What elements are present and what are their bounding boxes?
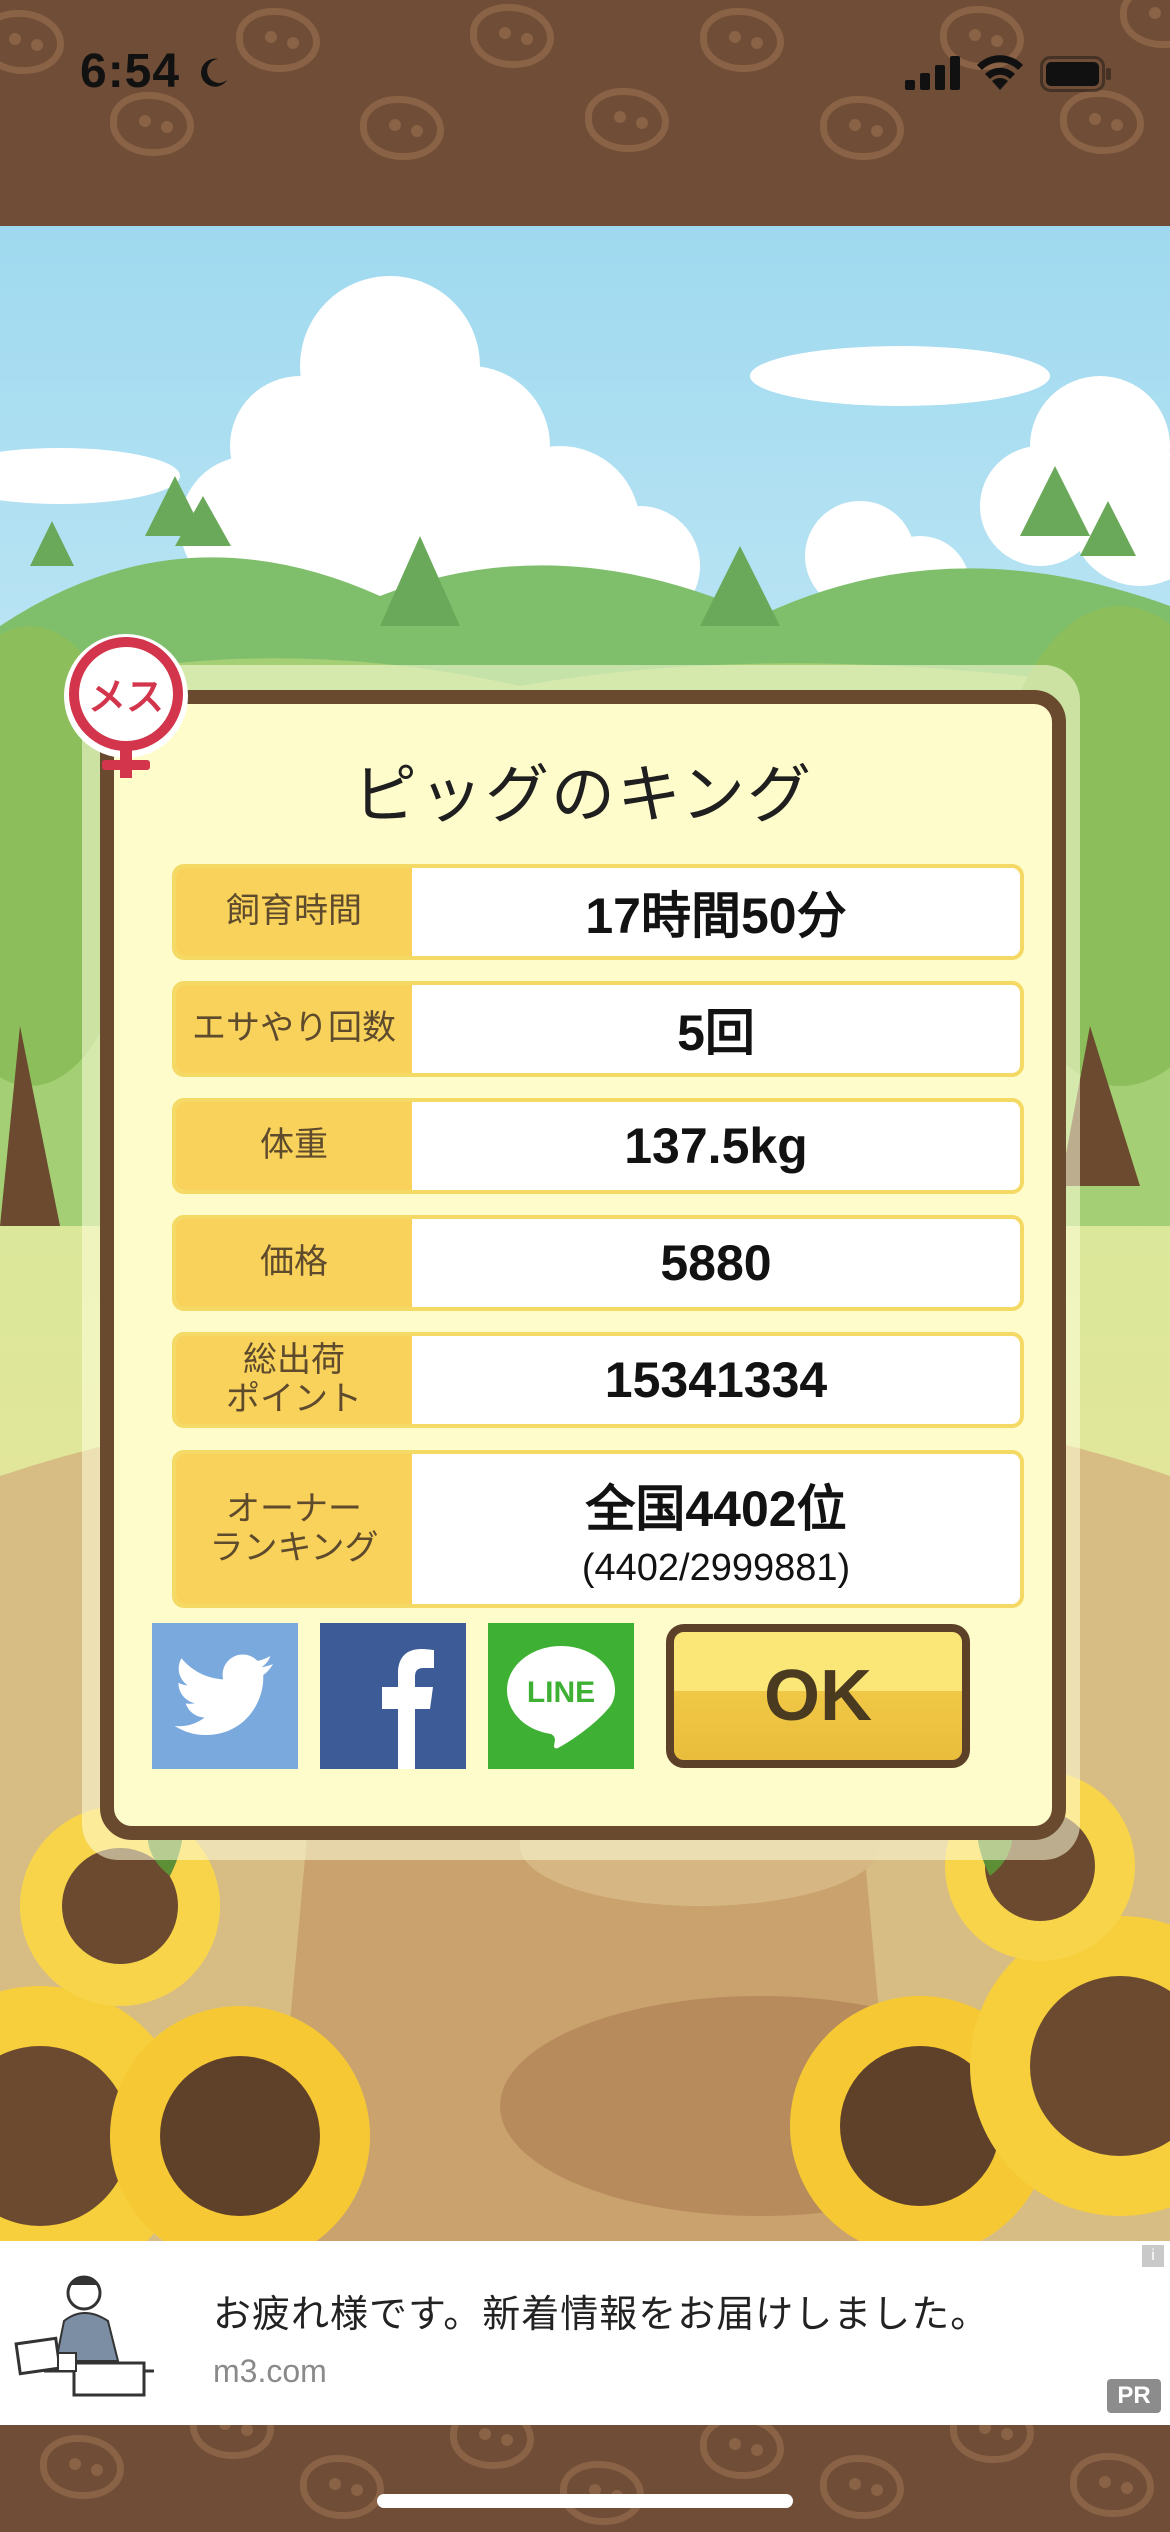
stat-row-feeding-count: エサやり回数 5回: [172, 981, 1024, 1077]
stat-value: 17時間50分: [585, 888, 847, 944]
twitter-bird-icon: [175, 1654, 273, 1735]
pig-result-dialog: ピッグのキング 飼育時間 17時間50分 エサやり回数 5回 体重 137.5k…: [100, 690, 1066, 1840]
stat-label: 総出荷 ポイント: [176, 1336, 412, 1424]
stat-row-raising-time: 飼育時間 17時間50分: [172, 864, 1024, 960]
facebook-f-icon: [382, 1649, 434, 1769]
stat-label: オーナー ランキング: [176, 1454, 412, 1604]
stat-value: 137.5kg: [624, 1118, 808, 1174]
stat-label: 価格: [176, 1219, 412, 1307]
line-logo-icon: LINE: [507, 1646, 615, 1749]
stat-value: 15341334: [604, 1352, 828, 1408]
home-indicator[interactable]: [377, 2494, 793, 2508]
line-logo-text: LINE: [527, 1676, 595, 1709]
ad-pr-badge: PR: [1107, 2379, 1161, 2413]
battery-icon: [1040, 56, 1111, 92]
stat-value: 5880: [660, 1235, 772, 1291]
cellular-signal-icon: [905, 56, 960, 90]
dialog-title: ピッグのキング: [352, 759, 814, 833]
ranking-detail: (4402/2999881): [581, 1546, 851, 1589]
wifi-icon: [977, 55, 1023, 90]
bottom-pattern-background: [0, 2425, 1170, 2532]
share-facebook-button[interactable]: [320, 1623, 466, 1769]
status-bar: 6:54: [0, 0, 1170, 140]
stat-row-total-shipping-points: 総出荷 ポイント 15341334: [172, 1332, 1024, 1428]
female-gender-badge: メス: [64, 634, 188, 778]
share-twitter-button[interactable]: [152, 1623, 298, 1769]
stat-row-owner-ranking: オーナー ランキング 全国4402位 (4402/2999881): [172, 1450, 1024, 1608]
stat-value: 全国4402位 (4402/2999881): [412, 1454, 1020, 1604]
ad-person-illustration: [14, 2275, 154, 2397]
ad-info-icon[interactable]: i: [1142, 2245, 1164, 2267]
stat-row-price: 価格 5880: [172, 1215, 1024, 1311]
stat-label: 飼育時間: [176, 868, 412, 956]
ad-banner[interactable]: i お疲れ様です。新着情報をお届けしました。 m3.com PR: [0, 2241, 1170, 2425]
stat-value: 5回: [677, 1005, 755, 1061]
badge-text: メス: [88, 675, 164, 719]
ad-headline[interactable]: お疲れ様です。新着情報をお届けしました。: [213, 2283, 989, 2338]
share-line-button[interactable]: LINE: [488, 1623, 634, 1769]
ranking-value: 全国4402位: [585, 1480, 847, 1537]
status-time: 6:54: [80, 45, 181, 98]
ad-domain: m3.com: [213, 2353, 327, 2389]
ok-button[interactable]: OK: [666, 1624, 970, 1768]
stat-label: エサやり回数: [176, 985, 412, 1073]
stat-row-weight: 体重 137.5kg: [172, 1098, 1024, 1194]
stat-label: 体重: [176, 1102, 412, 1190]
moon-icon: [201, 58, 227, 87]
